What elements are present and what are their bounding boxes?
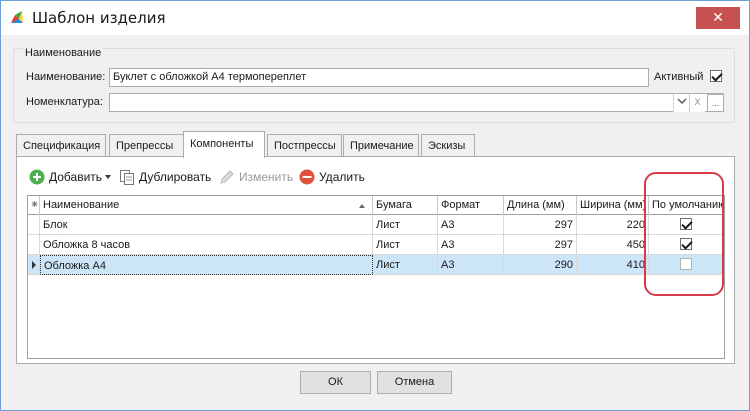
default-checkbox[interactable]	[680, 258, 692, 270]
add-icon	[29, 169, 45, 185]
default-checkbox[interactable]	[680, 218, 692, 230]
tab-specification[interactable]: Спецификация	[16, 134, 106, 157]
cell-length[interactable]: 297	[504, 215, 577, 235]
close-icon: ✕	[712, 10, 724, 26]
tab-postpress[interactable]: Постпрессы	[267, 134, 342, 157]
active-checkbox[interactable]	[710, 70, 722, 82]
default-checkbox[interactable]	[680, 238, 692, 250]
cell-name[interactable]: Обложка А4	[40, 255, 373, 275]
row-indicator[interactable]	[28, 215, 40, 235]
app-icon	[11, 11, 23, 23]
pencil-icon	[220, 170, 234, 184]
cell-length[interactable]: 297	[504, 235, 577, 255]
clear-button[interactable]: X	[689, 94, 705, 112]
cell-format[interactable]: А3	[438, 215, 504, 235]
row-selector-header[interactable]: ⁕	[28, 196, 40, 215]
cell-width[interactable]: 220	[577, 215, 649, 235]
tab-components[interactable]: Компоненты	[183, 131, 265, 158]
name-label: Наименование:	[26, 71, 106, 83]
cell-default[interactable]	[649, 235, 724, 255]
cell-length[interactable]: 290	[504, 255, 577, 275]
duplicate-label: Дублировать	[139, 170, 212, 184]
dialog-window: Шаблон изделия ✕ Наименование Наименован…	[0, 0, 750, 411]
table-row[interactable]: Блок Лист А3 297 220	[28, 215, 724, 235]
components-panel: Добавить Дублировать Изменить Удалить ⁕ …	[16, 156, 735, 364]
close-button[interactable]: ✕	[696, 7, 740, 29]
dropdown-arrow-icon	[105, 175, 112, 179]
duplicate-icon	[120, 170, 134, 185]
more-button[interactable]: ...	[707, 94, 724, 112]
cell-format[interactable]: А3	[438, 235, 504, 255]
nomenclature-label: Номенклатура:	[26, 96, 103, 108]
add-button[interactable]: Добавить	[29, 168, 112, 186]
cell-paper[interactable]: Лист	[373, 255, 438, 275]
name-field[interactable]: Буклет с обложкой А4 термопереплет	[109, 68, 649, 87]
components-grid: ⁕ Наименование Бумага Формат Длина (мм) …	[27, 195, 725, 359]
column-name-label: Наименование	[43, 199, 120, 211]
delete-icon	[299, 169, 315, 185]
column-header-default[interactable]: По умолчанию	[649, 196, 724, 215]
sort-ascending-icon	[359, 204, 365, 208]
column-header-length[interactable]: Длина (мм)	[504, 196, 577, 215]
active-label: Активный	[654, 71, 704, 83]
ok-button[interactable]: ОК	[300, 371, 371, 394]
column-header-name[interactable]: Наименование	[40, 196, 373, 215]
title-bar[interactable]: Шаблон изделия ✕	[1, 1, 749, 35]
delete-button[interactable]: Удалить	[299, 168, 365, 186]
column-header-paper[interactable]: Бумага	[373, 196, 438, 215]
cell-name[interactable]: Обложка 8 часов	[40, 235, 373, 255]
tab-prepress[interactable]: Препрессы	[109, 134, 185, 157]
cancel-button[interactable]: Отмена	[377, 371, 452, 394]
window-title: Шаблон изделия	[32, 9, 166, 27]
dialog-content: Наименование Наименование: Буклет с обло…	[1, 35, 749, 410]
tab-notes[interactable]: Примечание	[343, 134, 419, 157]
cell-default[interactable]	[649, 255, 724, 275]
edit-button[interactable]: Изменить	[219, 168, 293, 186]
duplicate-button[interactable]: Дублировать	[119, 168, 211, 186]
cell-width[interactable]: 450	[577, 235, 649, 255]
column-header-format[interactable]: Формат	[438, 196, 504, 215]
column-header-width[interactable]: Ширина (мм)	[577, 196, 649, 215]
cell-paper[interactable]: Лист	[373, 215, 438, 235]
tab-sketches[interactable]: Эскизы	[421, 134, 475, 157]
row-indicator[interactable]	[28, 235, 40, 255]
edit-label: Изменить	[239, 170, 294, 184]
current-row-icon	[32, 261, 36, 269]
table-row[interactable]: Обложка 8 часов Лист А3 297 450	[28, 235, 724, 255]
nomenclature-field[interactable]	[109, 93, 724, 112]
cell-format[interactable]: А3	[438, 255, 504, 275]
group-legend: Наименование	[23, 47, 104, 59]
cell-name[interactable]: Блок	[40, 215, 373, 235]
cell-width[interactable]: 410	[577, 255, 649, 275]
add-label: Добавить	[49, 170, 103, 184]
delete-label: Удалить	[319, 170, 365, 184]
chevron-down-icon[interactable]	[673, 94, 689, 112]
cell-default[interactable]	[649, 215, 724, 235]
grid-header: ⁕ Наименование Бумага Формат Длина (мм) …	[28, 196, 724, 215]
row-indicator[interactable]	[28, 255, 40, 275]
cell-paper[interactable]: Лист	[373, 235, 438, 255]
table-row[interactable]: Обложка А4 Лист А3 290 410	[28, 255, 724, 275]
